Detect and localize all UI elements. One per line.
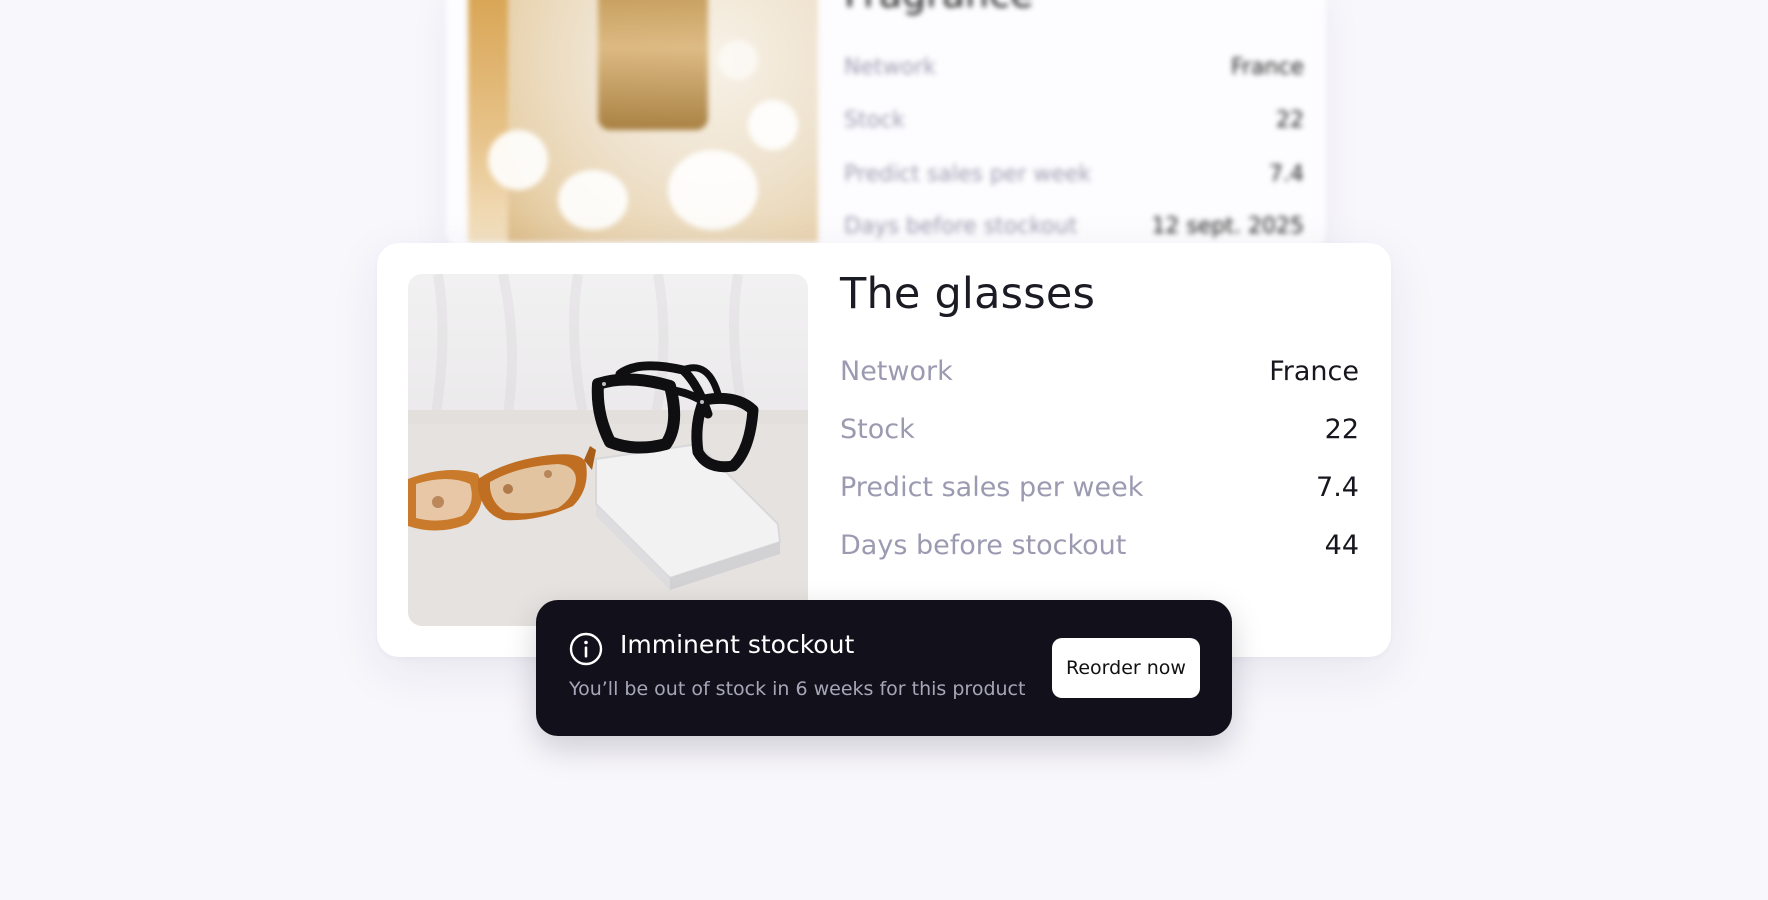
reorder-now-button[interactable]: Reorder now: [1052, 638, 1200, 698]
stat-label: Days before stockout: [840, 530, 1127, 561]
background-row-network: Network France: [844, 55, 1304, 85]
stat-label: Network: [840, 356, 953, 387]
background-row-stockout: Days before stockout 12 sept. 2025: [844, 214, 1304, 244]
product-card: The glasses Network France Stock 22 Pred…: [377, 243, 1391, 657]
toast-title: Imminent stockout: [620, 630, 855, 659]
row-label: Predict sales per week: [844, 162, 1092, 187]
product-title: The glasses: [840, 269, 1096, 319]
row-value: France: [1230, 55, 1304, 80]
stat-row-stock: Stock 22: [840, 410, 1359, 450]
background-row-stock: Stock 22: [844, 108, 1304, 138]
stat-value: 22: [1324, 414, 1359, 445]
fragrance-product-image: [468, 0, 818, 242]
row-value: 22: [1276, 108, 1304, 133]
toast-message: You’ll be out of stock in 6 weeks for th…: [569, 678, 1026, 700]
row-label: Days before stockout: [844, 214, 1078, 239]
stat-value: France: [1269, 356, 1359, 387]
stockout-toast: Imminent stockout You’ll be out of stock…: [536, 600, 1232, 736]
glasses-product-image: [408, 274, 808, 626]
background-row-sales: Predict sales per week 7.4: [844, 162, 1304, 192]
stat-label: Stock: [840, 414, 915, 445]
background-card-title: Fragrance: [844, 0, 1033, 16]
row-value: 12 sept. 2025: [1151, 214, 1304, 239]
row-label: Stock: [844, 108, 905, 133]
background-product-card: Fragrance Network France Stock 22 Predic…: [446, 0, 1326, 250]
stat-row-sales-per-week: Predict sales per week 7.4: [840, 468, 1359, 508]
row-label: Network: [844, 55, 936, 80]
stat-value: 44: [1324, 530, 1359, 561]
stat-row-days-before-stockout: Days before stockout 44: [840, 526, 1359, 566]
stat-value: 7.4: [1316, 472, 1359, 503]
row-value: 7.4: [1269, 162, 1304, 187]
stat-label: Predict sales per week: [840, 472, 1144, 503]
stat-row-network: Network France: [840, 352, 1359, 392]
info-icon: [569, 632, 603, 666]
